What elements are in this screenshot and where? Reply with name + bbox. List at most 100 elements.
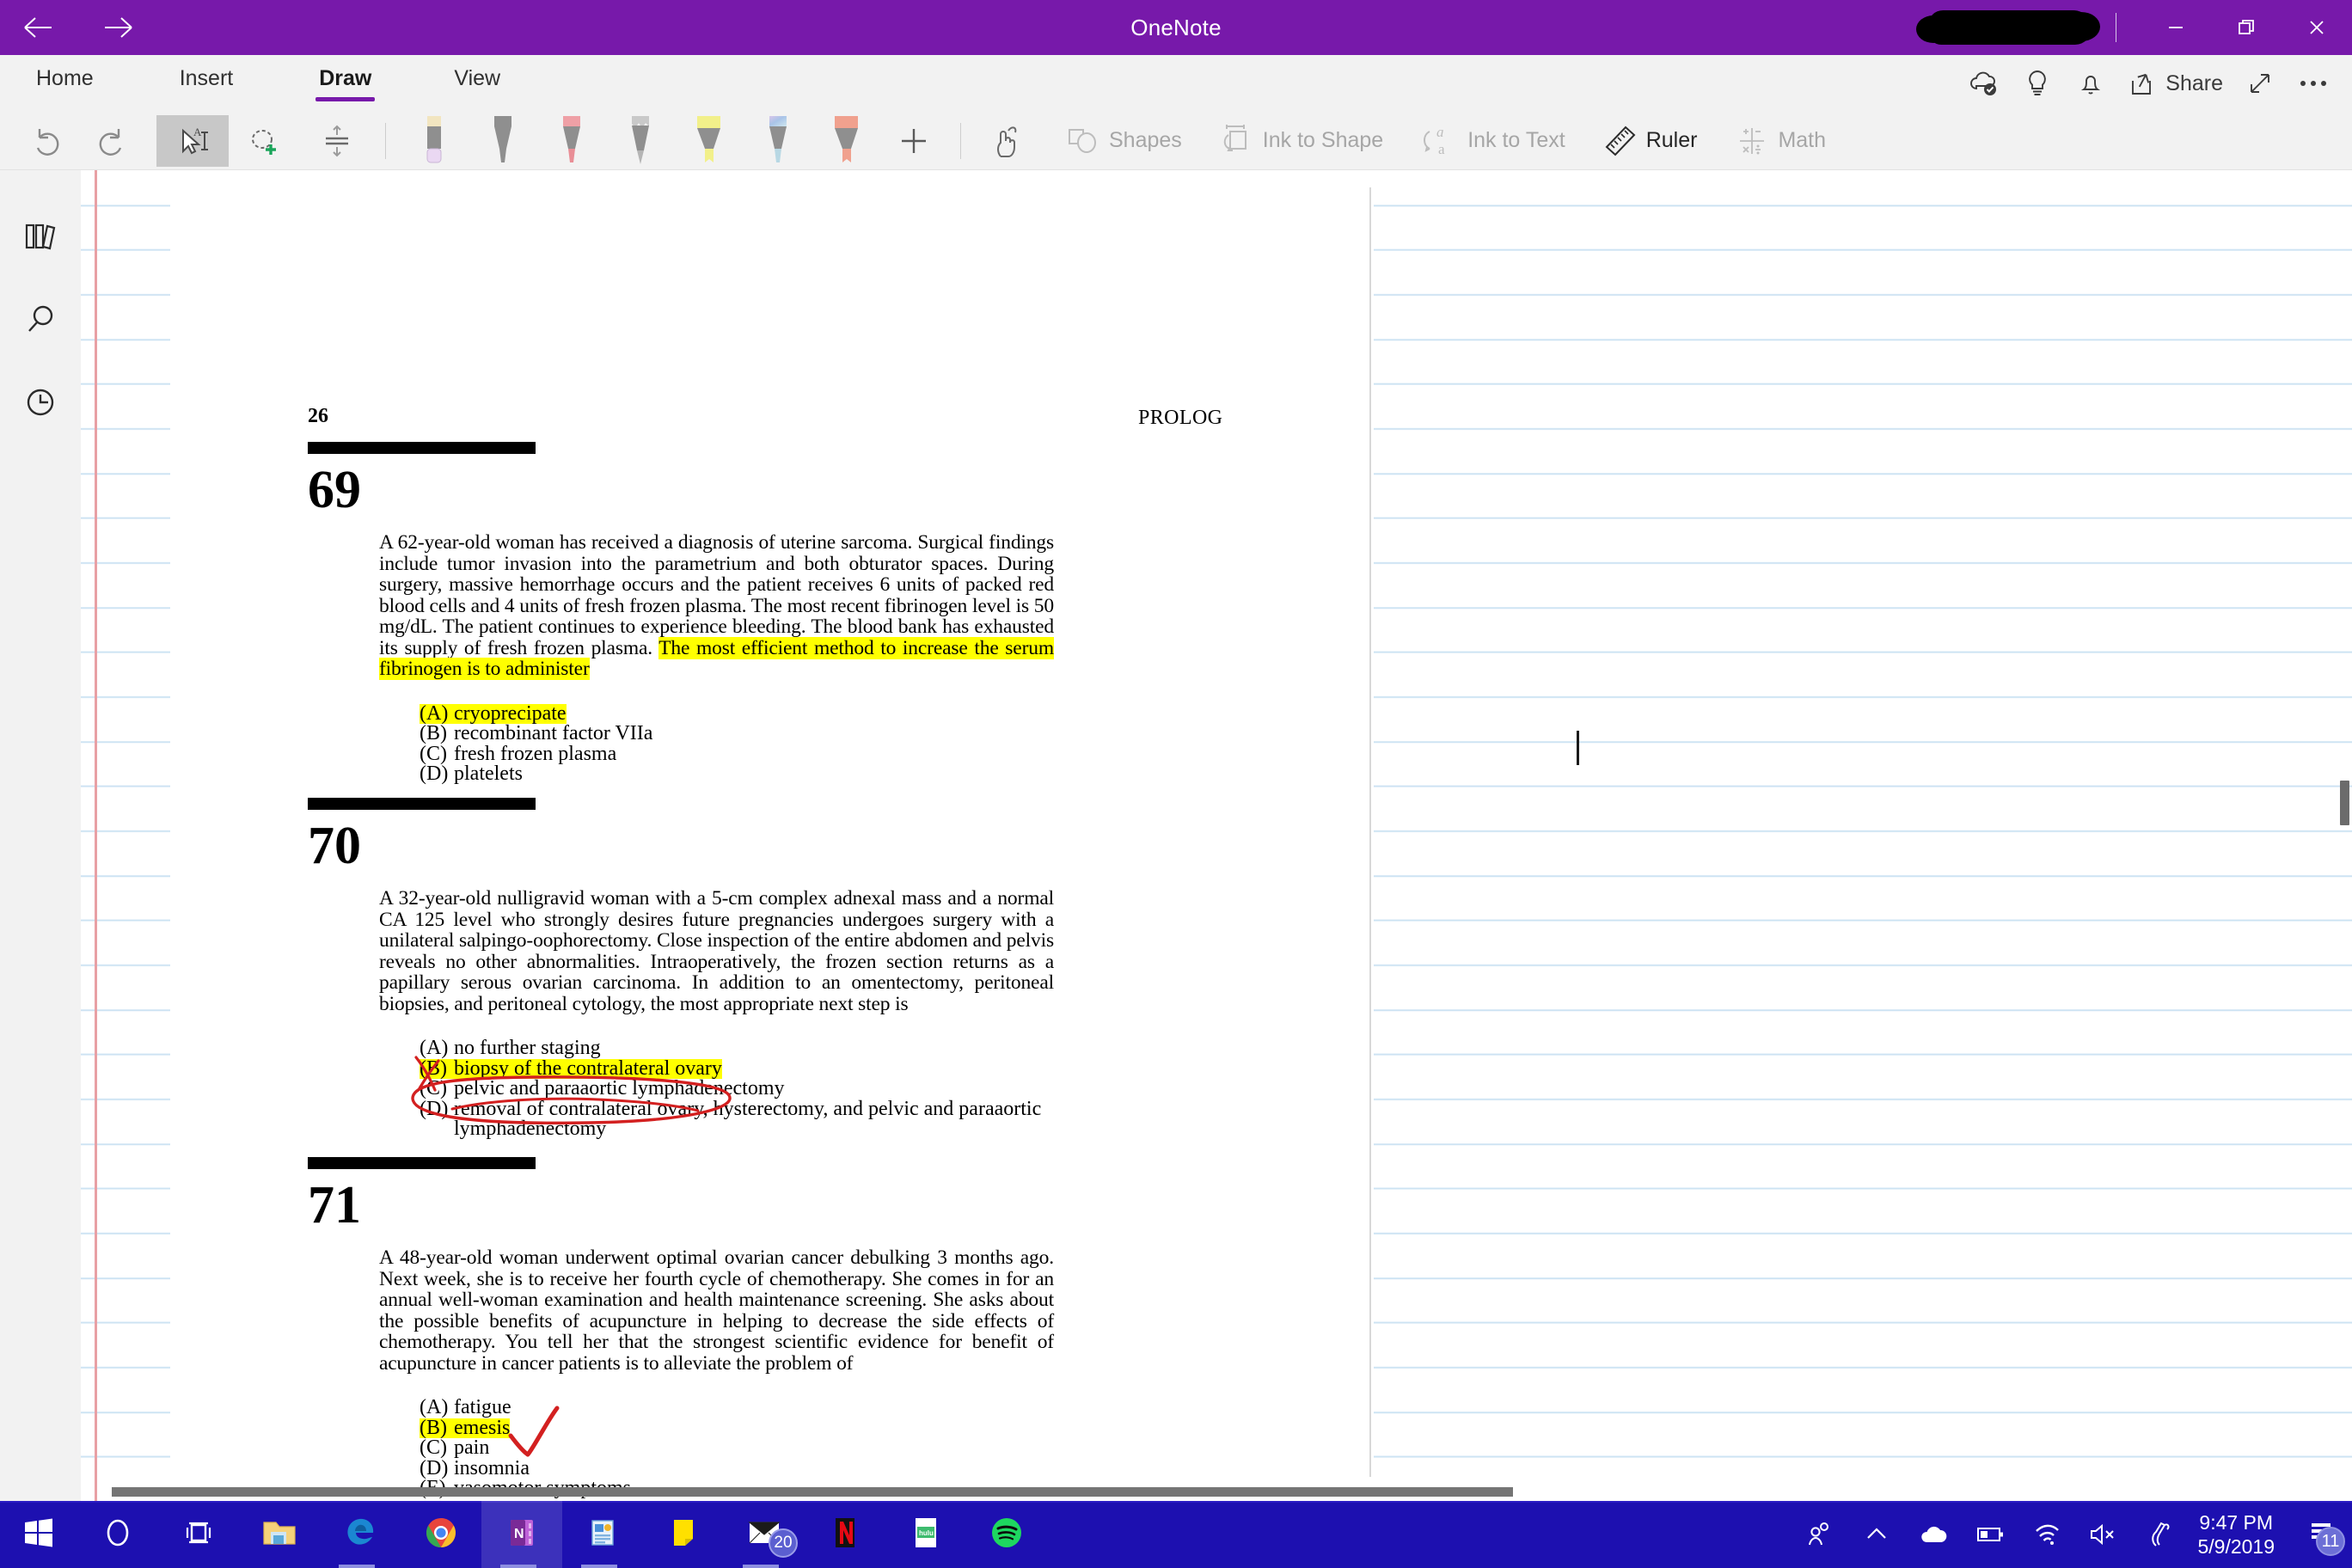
minimize-button[interactable] — [2141, 0, 2211, 55]
tab-insert[interactable]: Insert — [176, 66, 237, 112]
add-pen-icon[interactable] — [881, 115, 946, 167]
draw-toolbar: A Shapes Ink to Shape a a Ink to Text Ru… — [0, 112, 2352, 170]
taskbar-item-google-chrome[interactable] — [401, 1501, 481, 1568]
shapes-button[interactable]: Shapes — [1054, 115, 1192, 167]
action-center-button[interactable]: 11 — [2290, 1501, 2352, 1568]
taskbar-item-mail[interactable]: 20 — [724, 1501, 805, 1568]
lasso-select-icon[interactable] — [229, 115, 301, 167]
option-row[interactable]: (B) emesis — [420, 1418, 1374, 1439]
option-row[interactable]: (A) no further staging — [420, 1038, 1374, 1059]
netflix-icon — [830, 1516, 860, 1554]
option-row[interactable]: (B) recombinant factor VIIa — [420, 722, 1374, 745]
ink-to-shape-button[interactable]: Ink to Shape — [1208, 115, 1393, 167]
show-hidden-icons-chevron[interactable] — [1848, 1501, 1905, 1568]
ink-to-text-button[interactable]: a a Ink to Text — [1409, 115, 1576, 167]
taskbar-item-sticky-notes[interactable] — [643, 1501, 724, 1568]
taskbar-item-task-view[interactable] — [158, 1501, 239, 1568]
insert-space-icon[interactable] — [301, 115, 373, 167]
pen-workspace-icon[interactable] — [2132, 1501, 2189, 1568]
tab-view[interactable]: View — [450, 66, 504, 112]
question-options: (A) cryoprecipate (B) recombinant factor V… — [420, 703, 1374, 785]
mail-unread-badge: 20 — [769, 1528, 798, 1558]
option-letter: (A) — [420, 703, 454, 725]
file-explorer-icon — [261, 1517, 297, 1553]
document-right-edge — [1369, 187, 1371, 1477]
option-row[interactable]: (D) platelets — [420, 763, 1374, 785]
lightbulb-tellme-icon[interactable] — [2011, 59, 2064, 107]
highlighter-orange-icon[interactable] — [812, 115, 881, 167]
math-label: Math — [1778, 128, 1827, 152]
option-row[interactable]: (C) fresh frozen plasma — [420, 744, 1374, 765]
restore-button[interactable] — [2211, 0, 2282, 55]
volume-muted-icon[interactable] — [2075, 1501, 2132, 1568]
people-icon[interactable] — [1792, 1501, 1848, 1568]
option-row[interactable]: (B) biopsy of the contralateral ovary — [420, 1058, 1374, 1080]
taskbar-item-onenote[interactable]: N — [481, 1501, 562, 1568]
highlighter-yellow-icon[interactable] — [675, 115, 744, 167]
shapes-label: Shapes — [1109, 128, 1182, 152]
taskbar-item-spotify[interactable] — [966, 1501, 1047, 1568]
sidebar-item-search[interactable] — [0, 284, 81, 359]
pen-rainbow-icon[interactable] — [744, 115, 812, 167]
type-select-cursor-icon[interactable]: A — [156, 114, 229, 167]
option-letter: (C) — [420, 1077, 447, 1100]
option-row[interactable]: (D) removal of contralateral ovary, hyste… — [420, 1099, 1374, 1140]
sidebar-item-notebooks[interactable] — [0, 199, 81, 275]
option-letter: (B) — [420, 722, 447, 745]
back-arrow-icon[interactable] — [19, 9, 57, 46]
horizontal-scrollbar[interactable] — [81, 1482, 2352, 1501]
note-page-canvas[interactable]: 26 PROLOG 69 A 62-year-old woman has rec… — [81, 170, 2352, 1501]
ribbon-right-actions: Share — [1957, 55, 2340, 112]
option-row[interactable]: (D) insomnia — [420, 1458, 1374, 1479]
pen-black-icon[interactable] — [469, 115, 537, 167]
taskbar-item-microsoft-edge[interactable] — [320, 1501, 401, 1568]
sidebar-item-recent-notes[interactable] — [0, 366, 81, 442]
taskbar-item-start[interactable] — [0, 1501, 77, 1568]
option-row[interactable]: (C) pain — [420, 1437, 1374, 1459]
title-bar: OneNote — [0, 0, 2352, 55]
more-ellipsis-icon[interactable] — [2287, 59, 2340, 107]
taskbar-item-cortana[interactable] — [77, 1501, 158, 1568]
option-row[interactable]: (C) pelvic and paraaortic lymphadenectomy — [420, 1077, 1374, 1100]
taskbar-item-netflix[interactable] — [805, 1501, 885, 1568]
taskbar-clock[interactable]: 9:47 PM 5/9/2019 — [2189, 1510, 2290, 1559]
taskbar-item-hulu[interactable]: hulu — [885, 1501, 966, 1568]
horizontal-scrollbar-thumb[interactable] — [112, 1487, 1513, 1497]
forward-arrow-icon[interactable] — [100, 9, 138, 46]
pasted-document-image[interactable]: 26 PROLOG 69 A 62-year-old woman has rec… — [170, 187, 1374, 1498]
hulu-icon: hulu — [910, 1516, 941, 1554]
svg-text:a: a — [1436, 124, 1444, 140]
onedrive-cloud-icon[interactable] — [1905, 1501, 1962, 1568]
taskbar-item-file-explorer[interactable] — [239, 1501, 320, 1568]
svg-text:hulu: hulu — [919, 1529, 934, 1537]
ink-finger-icon[interactable] — [975, 115, 1040, 167]
pen-eraser-icon[interactable] — [400, 115, 469, 167]
window-title: OneNote — [1130, 14, 1222, 40]
redo-icon[interactable] — [79, 115, 141, 167]
pen-red-icon[interactable] — [537, 115, 606, 167]
math-button[interactable]: Math — [1723, 115, 1836, 167]
option-row[interactable]: (A) fatigue — [420, 1397, 1374, 1418]
share-button[interactable]: Share — [2117, 59, 2233, 107]
expand-diagonal-icon[interactable] — [2233, 59, 2287, 107]
powerpoint-icon — [586, 1516, 619, 1553]
toolbar-separator-2 — [960, 122, 961, 159]
battery-icon[interactable] — [1962, 1501, 2018, 1568]
undo-icon[interactable] — [17, 115, 79, 167]
tab-home[interactable]: Home — [33, 66, 97, 112]
bell-notification-icon[interactable] — [2064, 59, 2117, 107]
close-button[interactable] — [2282, 0, 2352, 55]
onenote-icon: N — [505, 1516, 539, 1554]
cloud-synced-icon[interactable] — [1957, 59, 2011, 107]
pencil-icon[interactable] — [606, 115, 675, 167]
ruler-button[interactable]: Ruler — [1591, 115, 1708, 167]
vertical-scrollbar-thumb[interactable] — [2340, 781, 2349, 825]
option-row[interactable]: (A) cryoprecipate — [420, 703, 1374, 725]
clock-time: 9:47 PM — [2199, 1511, 2274, 1534]
option-text: no further staging — [454, 1037, 601, 1060]
taskbar-item-powerpoint[interactable] — [562, 1501, 643, 1568]
question-block-70: 70 A 32-year-old nulligravid woman with … — [170, 798, 1374, 1140]
wifi-icon[interactable] — [2018, 1501, 2075, 1568]
cortana-icon — [102, 1517, 133, 1553]
tab-draw[interactable]: Draw — [315, 66, 376, 112]
